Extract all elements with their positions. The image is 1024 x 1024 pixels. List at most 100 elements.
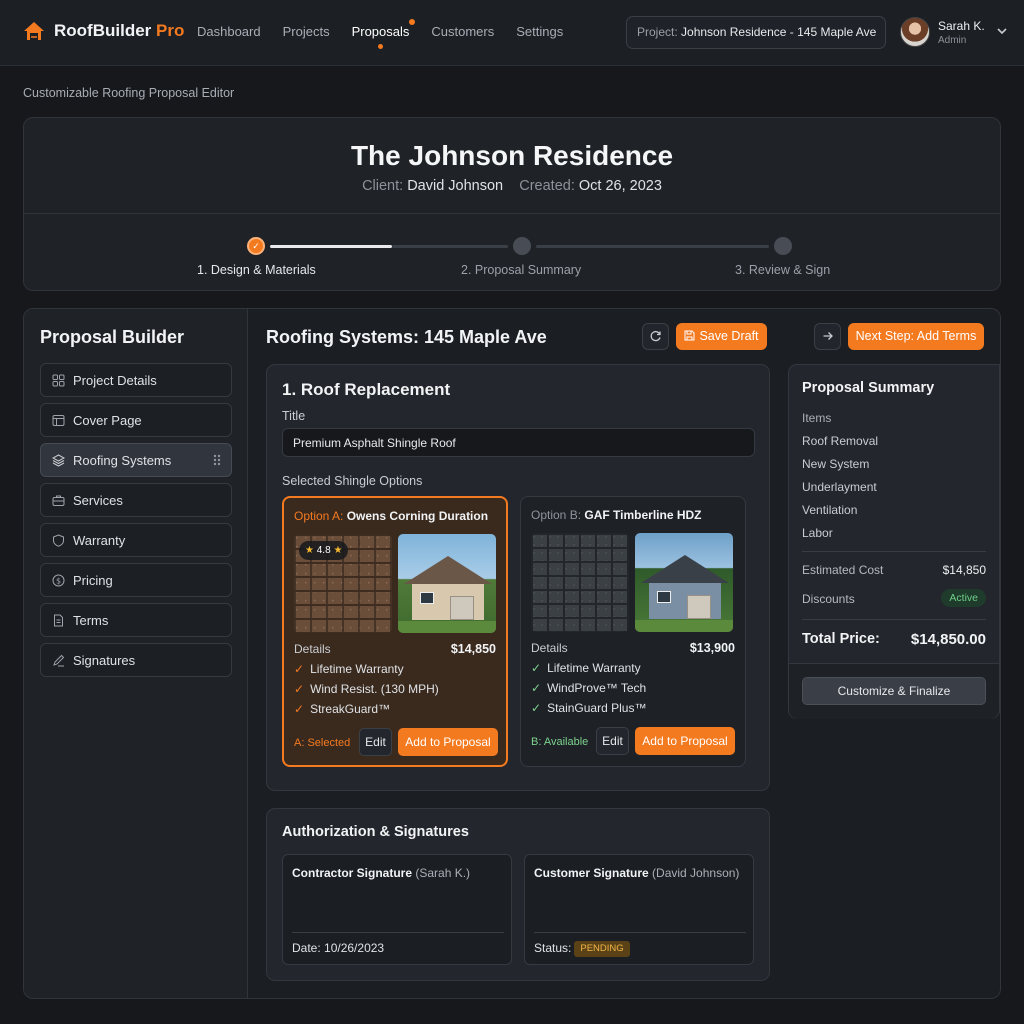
- active-indicator-dot: [378, 44, 384, 49]
- shield-icon: [52, 533, 65, 547]
- option-status: A: Selected: [294, 737, 351, 749]
- sidebar-item-terms[interactable]: Terms: [40, 603, 232, 637]
- option-title: Option A: Owens Corning Duration: [294, 509, 489, 523]
- refresh-button[interactable]: [642, 323, 669, 350]
- next-step-button[interactable]: Next Step: Add Terms: [848, 323, 984, 350]
- divider: [802, 619, 986, 620]
- nav-proposals[interactable]: Proposals: [352, 19, 416, 49]
- title-input[interactable]: [282, 428, 755, 457]
- dollar-icon: $: [52, 574, 65, 587]
- nav-settings[interactable]: Settings: [516, 24, 563, 39]
- check-icon: ✓: [531, 661, 542, 675]
- sidebar-item-label: Pricing: [73, 572, 113, 588]
- check-icon: ✓: [531, 681, 542, 695]
- client-name: David Johnson: [407, 178, 504, 194]
- option-card-a[interactable]: Option A: Owens Corning Duration ★ 4.8 ★…: [282, 496, 508, 767]
- shingle-swatch-image: [531, 533, 629, 632]
- signature-label: Contractor Signature (Sarah K.): [292, 866, 471, 880]
- step-3-label[interactable]: 3. Review & Sign: [735, 263, 830, 277]
- add-to-proposal-button[interactable]: Add to Proposal: [398, 728, 498, 756]
- shingle-swatch-image: ★ 4.8 ★: [294, 534, 392, 633]
- step-1-check-icon[interactable]: ✓: [247, 237, 265, 255]
- step-progress-done: [270, 245, 392, 248]
- status-badge: Active: [941, 589, 986, 607]
- svg-text:$: $: [56, 576, 61, 585]
- roof-section-title: 1. Roof Replacement: [282, 380, 451, 399]
- step-2-dot[interactable]: [513, 237, 531, 255]
- nav-customers[interactable]: Customers: [431, 24, 494, 39]
- page-label: Customizable Roofing Proposal Editor: [23, 86, 235, 100]
- title-label: Title: [282, 409, 306, 423]
- signature-label: Customer Signature (David Johnson): [534, 866, 740, 880]
- sidebar-item-warranty[interactable]: Warranty: [40, 523, 232, 557]
- estimated-cost-row: Estimated Cost $14,850: [802, 563, 986, 577]
- proposal-meta: Client: David Johnson Created: Oct 26, 2…: [24, 178, 1000, 194]
- sidebar-item-label: Cover Page: [73, 412, 142, 428]
- feature-item: ✓ StreakGuard™: [294, 702, 391, 716]
- save-draft-button[interactable]: Save Draft: [676, 323, 767, 350]
- divider: [802, 551, 986, 552]
- summary-item: Roof Removal: [802, 434, 879, 448]
- sidebar-title: Proposal Builder: [40, 327, 185, 347]
- customize-finalize-button[interactable]: Customize & Finalize: [802, 677, 986, 705]
- drag-handle-icon[interactable]: [213, 454, 221, 466]
- total-price-row: Total Price: $14,850.00: [802, 631, 986, 648]
- edit-option-button[interactable]: Edit: [359, 728, 392, 756]
- app-logo[interactable]: RoofBuilder Pro: [22, 19, 184, 43]
- notification-dot: [409, 19, 416, 25]
- signature-line: [292, 932, 504, 933]
- user-name: Sarah K.: [938, 18, 985, 33]
- sidebar-item-services[interactable]: Services: [40, 483, 232, 517]
- feature-item: ✓ WindProve™ Tech: [531, 681, 647, 695]
- proposal-summary-card: Proposal Summary Items Roof Removal New …: [788, 364, 1000, 719]
- estimated-cost-value: $14,850: [942, 563, 986, 577]
- step-3-dot[interactable]: [774, 237, 792, 255]
- chevron-down-icon[interactable]: [997, 25, 1007, 39]
- sidebar-item-roofing-systems[interactable]: Roofing Systems: [40, 443, 232, 477]
- step-progress-line: [392, 245, 508, 248]
- step-2-label[interactable]: 2. Proposal Summary: [461, 263, 581, 277]
- discounts-row: Discounts Active: [802, 589, 986, 607]
- options-label: Selected Shingle Options: [282, 474, 423, 488]
- sidebar-item-label: Signatures: [73, 652, 136, 668]
- nav-projects[interactable]: Projects: [283, 24, 330, 39]
- main-nav: Dashboard Projects Proposals Customers S…: [197, 19, 585, 49]
- details-label: Details: [294, 642, 331, 656]
- sidebar-item-cover-page[interactable]: Cover Page: [40, 403, 232, 437]
- proposal-header: The Johnson Residence Client: David John…: [23, 117, 1001, 291]
- top-navigation: RoofBuilder Pro Dashboard Projects Propo…: [0, 0, 1024, 66]
- summary-item: New System: [802, 457, 870, 471]
- discounts-label: Discounts: [802, 592, 855, 606]
- sidebar-item-signatures[interactable]: Signatures: [40, 643, 232, 677]
- sidebar-item-label: Services: [73, 492, 123, 508]
- check-icon: ✓: [294, 662, 305, 676]
- star-icon: ★: [305, 545, 314, 556]
- sidebar-item-project-details[interactable]: Project Details: [40, 363, 232, 397]
- contractor-signature-box[interactable]: Contractor Signature (Sarah K.) Date: 10…: [282, 854, 512, 965]
- project-selector[interactable]: Project: Johnson Residence - 145 Maple A…: [626, 16, 886, 49]
- customer-signature-box[interactable]: Customer Signature (David Johnson) Statu…: [524, 854, 754, 965]
- sidebar-item-label: Terms: [73, 612, 109, 628]
- roof-replacement-section: 1. Roof Replacement Title Selected Shing…: [266, 364, 770, 791]
- authorization-section: Authorization & Signatures Contractor Si…: [266, 808, 770, 981]
- arrow-right-icon: [823, 332, 833, 340]
- next-arrow-button[interactable]: [814, 323, 841, 350]
- project-prefix: Project:: [637, 25, 678, 39]
- project-name: Johnson Residence - 145 Maple Ave: [681, 25, 877, 39]
- app-name: RoofBuilder Pro: [54, 21, 185, 40]
- nav-dashboard[interactable]: Dashboard: [197, 24, 261, 39]
- step-1-label[interactable]: 1. Design & Materials: [197, 263, 316, 277]
- divider: [24, 213, 1000, 214]
- user-menu[interactable]: Sarah K. Admin: [900, 17, 1007, 47]
- option-card-b[interactable]: Option B: GAF Timberline HDZ Details $13…: [520, 496, 746, 767]
- signature-status: Status: PENDING: [534, 941, 630, 957]
- sidebar-item-pricing[interactable]: $ Pricing: [40, 563, 232, 597]
- add-to-proposal-button[interactable]: Add to Proposal: [635, 727, 735, 755]
- feature-item: ✓ Wind Resist. (130 MPH): [294, 682, 439, 696]
- client-label: Client:: [362, 178, 404, 194]
- total-price-value: $14,850.00: [910, 631, 986, 648]
- check-icon: ✓: [294, 682, 305, 696]
- check-icon: ✓: [294, 702, 305, 716]
- edit-option-button[interactable]: Edit: [596, 727, 629, 755]
- auth-section-title: Authorization & Signatures: [282, 824, 469, 840]
